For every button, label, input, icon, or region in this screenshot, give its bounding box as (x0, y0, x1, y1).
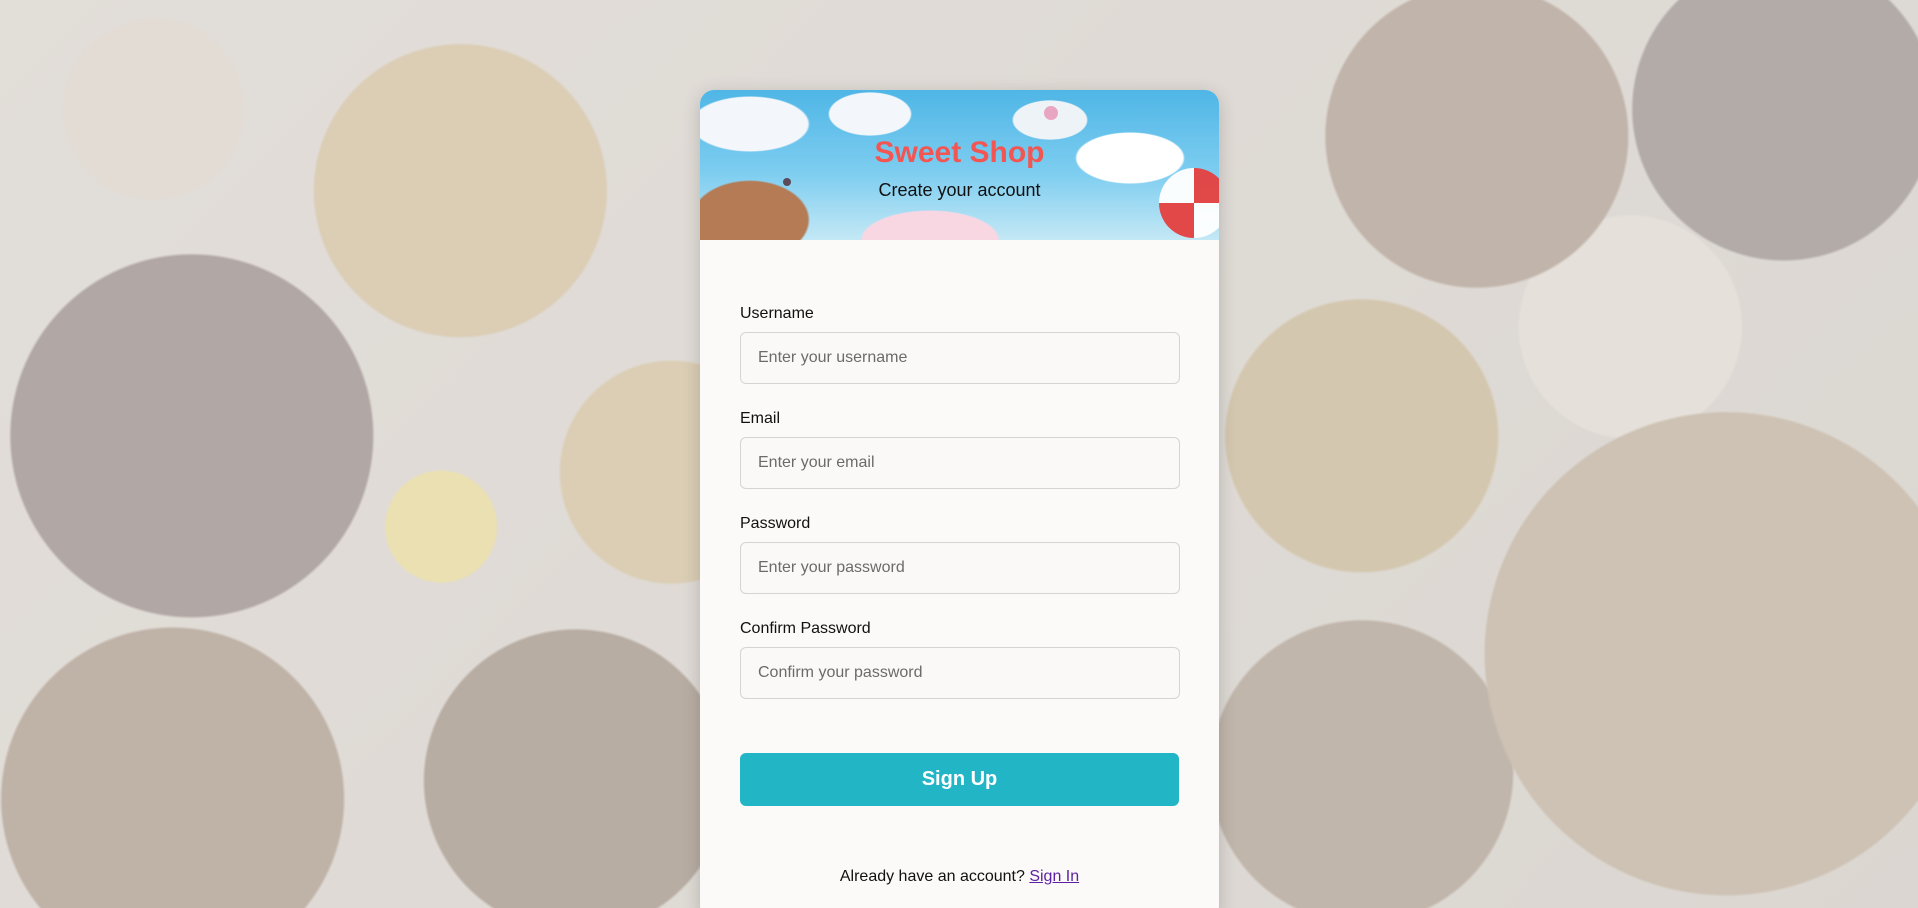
confirm-password-label: Confirm Password (740, 620, 871, 637)
signup-card: Sweet Shop Create your account Username … (700, 90, 1219, 908)
page-subtitle: Create your account (878, 180, 1041, 200)
candy-ball-decoration (1044, 106, 1058, 120)
sign-up-button[interactable]: Sign Up (740, 753, 1179, 806)
confirm-password-input[interactable] (740, 647, 1180, 699)
password-label: Password (740, 515, 811, 532)
username-input[interactable] (740, 332, 1180, 384)
sign-in-prompt: Already have an account? Sign In (700, 868, 1219, 886)
email-input[interactable] (740, 437, 1180, 489)
sign-in-prompt-text: Already have an account? (839, 868, 1025, 885)
brand-title: Sweet Shop (874, 136, 1045, 169)
sign-in-link[interactable]: Sign In (1029, 868, 1079, 885)
password-input[interactable] (740, 542, 1180, 594)
peppermint-candy-decoration (1159, 168, 1219, 238)
email-label: Email (740, 410, 781, 427)
username-label: Username (740, 305, 814, 322)
